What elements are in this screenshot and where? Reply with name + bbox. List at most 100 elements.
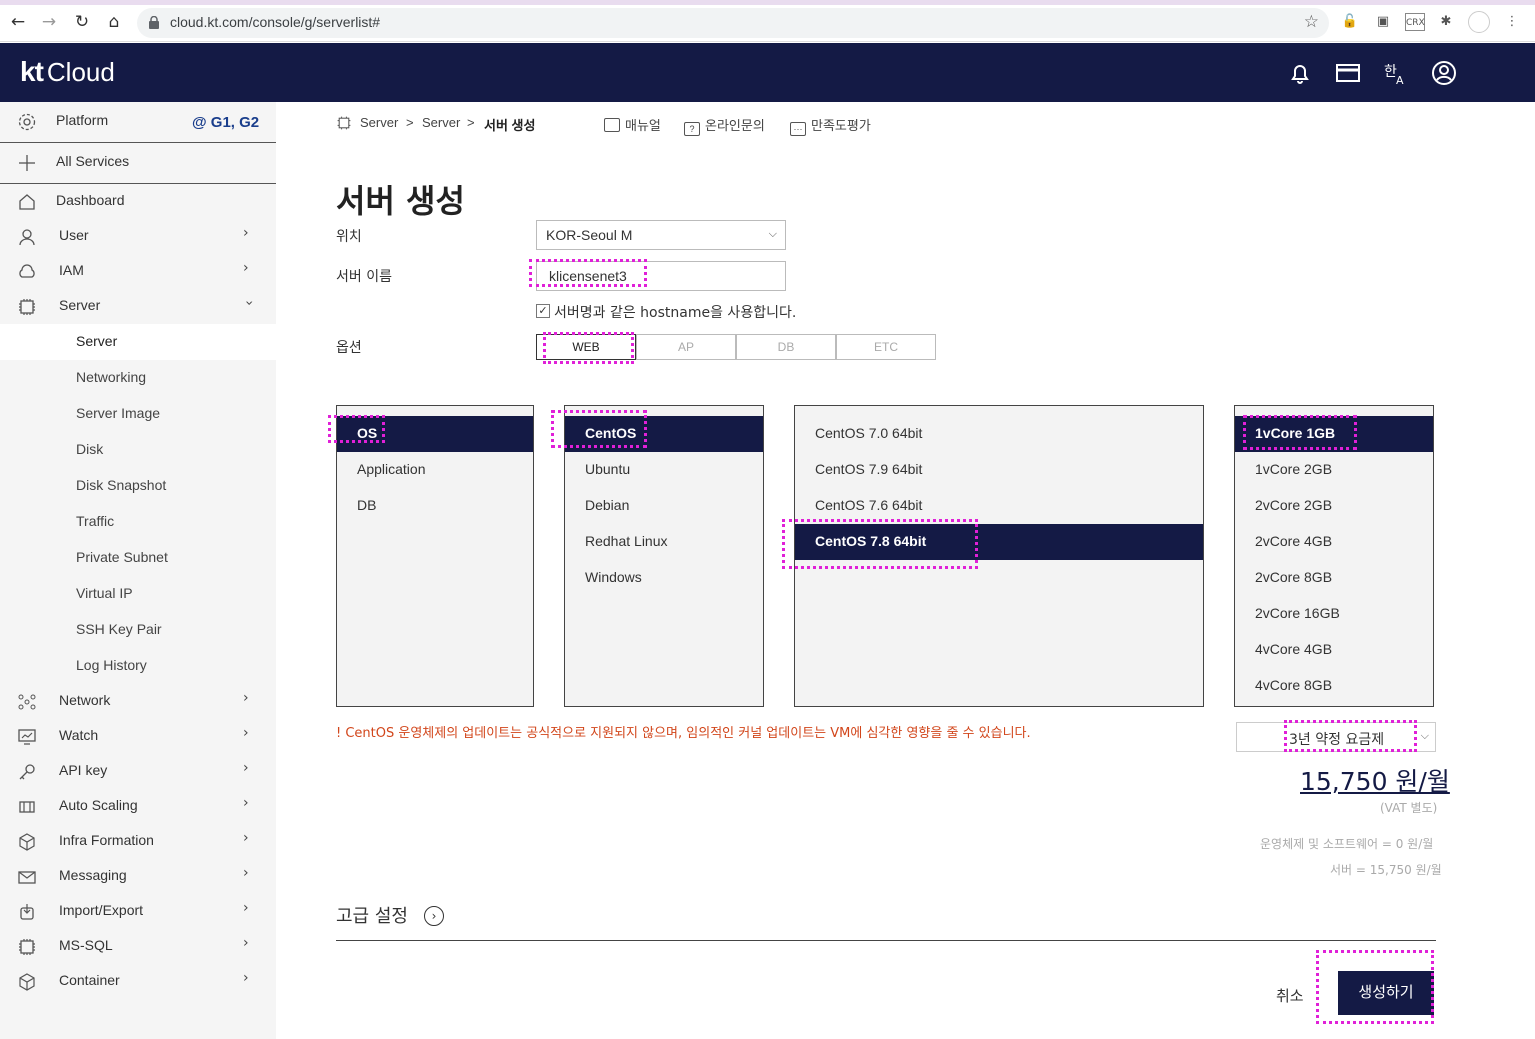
sidebar-item-dashboard[interactable]: Dashboard [0,184,276,219]
sidebar-sub-server-image[interactable]: Server Image [0,396,276,432]
chevron-right-circle-icon[interactable]: › [424,906,444,926]
home-icon[interactable]: ⌂ [103,11,125,33]
mail-icon [18,871,36,884]
sidebar-sub-disk[interactable]: Disk [0,432,276,468]
profile-avatar-icon[interactable] [1468,11,1490,33]
sidebar-item-container[interactable]: Container › [0,964,276,999]
forward-icon[interactable]: → [38,11,60,33]
card-icon[interactable] [1335,60,1361,86]
version-item[interactable]: CentOS 7.0 64bit [795,416,1203,452]
sidebar-all-services[interactable]: All Services [0,145,276,180]
sidebar-item-ms-sql[interactable]: MS-SQL › [0,929,276,964]
breadcrumb-server-sub[interactable]: Server [422,115,460,130]
spec-item[interactable]: 2vCore 8GB [1235,560,1433,596]
breadcrumb-separator: > [467,115,475,130]
os-item-ubuntu[interactable]: Ubuntu [565,452,763,488]
spec-item[interactable]: 2vCore 16GB [1235,596,1433,632]
sidebar-sub-server[interactable]: Server [0,324,276,360]
spec-item[interactable]: 2vCore 2GB [1235,488,1433,524]
account-icon[interactable] [1431,60,1457,86]
spec-item[interactable]: 4vCore 4GB [1235,632,1433,668]
os-item-redhat[interactable]: Redhat Linux [565,524,763,560]
option-web-button[interactable]: WEB [536,334,636,360]
sidebar-sub-disk-snapshot[interactable]: Disk Snapshot [0,468,276,504]
os-item-windows[interactable]: Windows [565,560,763,596]
extension-crx-icon[interactable]: CRX [1405,13,1425,31]
version-item-selected[interactable]: CentOS 7.8 64bit [795,524,1203,560]
sidebar-sub-log-history[interactable]: Log History [0,648,276,684]
breadcrumb-server[interactable]: Server [360,115,398,130]
sidebar: Platform @ G1, G2 All Services Dashboard… [0,102,276,1039]
sidebar-item-auto-scaling[interactable]: Auto Scaling › [0,789,276,824]
chevron-right-icon: › [243,760,249,776]
spec-item[interactable]: 4vCore 8GB [1235,668,1433,704]
bookmark-star-icon[interactable]: ☆ [1304,12,1319,32]
chevron-down-icon: ⌵ [1420,729,1429,742]
sidebar-sub-traffic[interactable]: Traffic [0,504,276,540]
home-icon [19,194,35,210]
language-icon[interactable]: 한 A [1383,60,1409,86]
app-header: kt Cloud 한 A [0,43,1535,102]
address-bar[interactable]: cloud.kt.com/console/g/serverlist# ☆ [137,8,1329,38]
spec-item[interactable]: 1vCore 2GB [1235,452,1433,488]
all-services-label: All Services [56,153,130,169]
version-item[interactable]: CentOS 7.9 64bit [795,452,1203,488]
spec-item[interactable]: 2vCore 4GB [1235,524,1433,560]
sidebar-item-infra-formation[interactable]: Infra Formation › [0,824,276,859]
sidebar-item-network[interactable]: Network › [0,684,276,719]
extension-cast-icon[interactable]: ▣ [1374,13,1392,31]
version-item[interactable]: CentOS 7.6 64bit [795,488,1203,524]
gear-icon [18,113,36,131]
sidebar-sub-label: Private Subnet [76,549,168,565]
browser-toolbar: ← → ↻ ⌂ cloud.kt.com/console/g/serverlis… [0,0,1535,42]
browser-menu-icon[interactable]: ⋮ [1503,13,1521,31]
manual-link[interactable]: 매뉴얼 [604,115,661,134]
sidebar-item-messaging[interactable]: Messaging › [0,859,276,894]
hostname-checkbox[interactable]: ✓ [536,304,550,318]
sidebar-item-import-export[interactable]: Import/Export › [0,894,276,929]
location-select[interactable]: KOR-Seoul M ⌵ [536,220,786,250]
reload-icon[interactable]: ↻ [71,11,93,33]
category-item-application[interactable]: Application [337,452,533,488]
extension-lock-icon[interactable]: 🔓 [1341,13,1359,31]
bell-icon[interactable] [1287,60,1313,86]
option-db-button[interactable]: DB [736,334,836,360]
list-item-label: Windows [585,569,642,585]
sidebar-item-server[interactable]: Server › [0,289,276,324]
create-button[interactable]: 생성하기 [1338,971,1434,1015]
os-item-debian[interactable]: Debian [565,488,763,524]
sidebar-item-watch[interactable]: Watch › [0,719,276,754]
spec-item-selected[interactable]: 1vCore 1GB [1235,416,1433,452]
sidebar-sub-networking[interactable]: Networking [0,360,276,396]
extensions-puzzle-icon[interactable]: ✱ [1437,13,1455,31]
option-label: 옵션 [336,340,362,356]
sidebar-sub-private-subnet[interactable]: Private Subnet [0,540,276,576]
logo-cloud: Cloud [46,57,115,87]
platform-generation: @ G1, G2 [192,114,260,131]
kt-cloud-logo[interactable]: kt Cloud [20,56,115,88]
sidebar-platform[interactable]: Platform @ G1, G2 [0,104,276,139]
server-name-input[interactable]: klicensenet3 [536,261,786,291]
vat-note: (VAT 별도) [1380,801,1438,815]
lock-icon [149,16,159,29]
os-item-centos[interactable]: CentOS [565,416,763,452]
option-ap-button[interactable]: AP [636,334,736,360]
sidebar-item-api-key[interactable]: API key › [0,754,276,789]
cancel-button[interactable]: 취소 [1276,985,1304,1006]
list-item-label: CentOS 7.6 64bit [815,497,923,513]
inquiry-link[interactable]: ? 온라인문의 [684,115,765,136]
billing-plan-select[interactable]: 3년 약정 요금제 ⌵ [1236,722,1436,752]
sidebar-item-user[interactable]: User › [0,219,276,254]
category-item-os[interactable]: OS [337,416,533,452]
category-item-db[interactable]: DB [337,488,533,524]
sidebar-sub-ssh-key-pair[interactable]: SSH Key Pair [0,612,276,648]
sidebar-sub-virtual-ip[interactable]: Virtual IP [0,576,276,612]
chevron-right-icon: › [243,225,249,241]
sidebar-item-label: Auto Scaling [59,797,138,813]
sidebar-item-iam[interactable]: IAM › [0,254,276,289]
back-icon[interactable]: ← [7,11,29,33]
advanced-settings-label[interactable]: 고급 설정 [336,902,408,928]
user-icon [19,229,35,246]
survey-link[interactable]: ··· 만족도평가 [790,115,871,136]
option-etc-button[interactable]: ETC [836,334,936,360]
